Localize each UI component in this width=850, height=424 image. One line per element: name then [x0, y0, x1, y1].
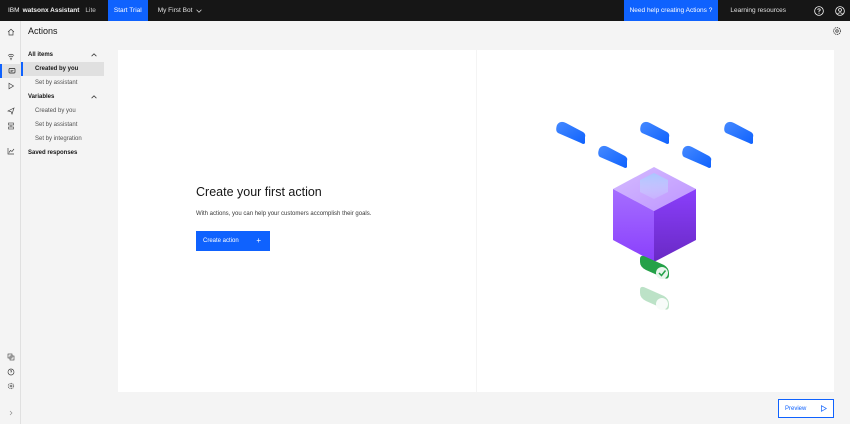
- nav-group-saved-responses[interactable]: Saved responses: [21, 146, 105, 160]
- create-action-label: Create action: [203, 238, 239, 244]
- preview-label: Preview: [785, 405, 807, 412]
- nav-item-set-by-assistant[interactable]: Set by assistant: [21, 76, 105, 90]
- settings-gear-icon[interactable]: [832, 26, 842, 36]
- rail-preview[interactable]: [0, 79, 21, 93]
- rail-settings[interactable]: [0, 379, 21, 393]
- chat-bubble-icon: [598, 145, 628, 168]
- cube-icon: [613, 167, 696, 262]
- chevron-right-icon: [9, 410, 12, 416]
- rail-environments[interactable]: [0, 50, 21, 64]
- nav-item-variables-set-by-integration[interactable]: Set by integration: [21, 132, 105, 146]
- switch-assistant-icon: [7, 353, 14, 361]
- rail-publish[interactable]: [0, 104, 21, 118]
- brand-ibm: IBM: [8, 7, 20, 14]
- actions-illustration: [556, 121, 754, 310]
- chat-bubble-icon: [724, 121, 754, 144]
- brand-plan: Lite: [85, 7, 96, 14]
- nav-group-label: All items: [28, 52, 54, 58]
- rail-analyze[interactable]: [0, 144, 21, 158]
- help-icon: [813, 5, 824, 16]
- card-divider: [476, 50, 477, 392]
- empty-state-description: With actions, you can help your customer…: [196, 211, 372, 217]
- preview-button[interactable]: Preview: [778, 399, 834, 418]
- network-icon: [7, 53, 14, 61]
- play-icon: [821, 405, 827, 412]
- rail-home[interactable]: [0, 25, 21, 39]
- bot-name: My First Bot: [157, 7, 193, 14]
- send-icon: [6, 107, 15, 115]
- chevron-down-icon: [196, 9, 203, 13]
- nav-group-variables[interactable]: Variables: [21, 90, 105, 104]
- start-trial-button[interactable]: Start Trial: [107, 0, 148, 21]
- chat-bubble-icon: [640, 121, 670, 144]
- need-help-button[interactable]: Need help creating Actions ?: [623, 0, 719, 21]
- integrations-icon: [7, 122, 14, 130]
- left-rail: [0, 21, 21, 424]
- nav-group-label: Saved responses: [28, 150, 78, 156]
- page-title: Actions: [28, 26, 58, 36]
- chat-icon: [8, 68, 15, 74]
- chat-bubble-icon: [556, 121, 586, 144]
- chevron-up-icon: [91, 53, 97, 57]
- nav-item-variables-created-by-you[interactable]: Created by you: [21, 104, 105, 118]
- empty-state-title: Create your first action: [196, 185, 322, 199]
- gear-icon: [7, 382, 14, 390]
- nav-item-variables-set-by-assistant[interactable]: Set by assistant: [21, 118, 105, 132]
- rail-expand[interactable]: [0, 406, 21, 420]
- user-avatar-icon: [834, 5, 845, 16]
- nav-group-label: Variables: [28, 94, 55, 100]
- bot-switcher[interactable]: My First Bot: [158, 0, 203, 21]
- help-button[interactable]: [808, 0, 829, 21]
- create-action-button[interactable]: Create action +: [196, 231, 270, 251]
- learning-resources-link[interactable]: Learning resources: [718, 0, 798, 21]
- brand-product: watsonx Assistant: [22, 7, 80, 14]
- rail-help[interactable]: [0, 365, 21, 379]
- user-button[interactable]: [829, 0, 850, 21]
- nav-item-created-by-you[interactable]: Created by you: [21, 62, 104, 76]
- top-bar: IBM watsonx Assistant Lite Start Trial M…: [0, 0, 850, 21]
- home-icon: [7, 28, 14, 36]
- actions-subnav: All items Created by you Set by assistan…: [21, 48, 105, 160]
- rail-assistants[interactable]: [0, 350, 21, 364]
- chat-bubble-icon: [682, 145, 712, 168]
- checkmark-reflection-icon: [640, 286, 669, 310]
- rail-actions[interactable]: [0, 64, 21, 78]
- chevron-up-icon: [91, 95, 97, 99]
- plus-icon: +: [256, 236, 261, 245]
- help-circle-icon: [7, 368, 14, 376]
- product-brand[interactable]: IBM watsonx Assistant Lite: [0, 0, 96, 21]
- rail-integrations[interactable]: [0, 119, 21, 133]
- play-icon: [8, 82, 14, 90]
- analytics-icon: [7, 148, 14, 155]
- nav-group-all-items[interactable]: All items: [21, 48, 105, 62]
